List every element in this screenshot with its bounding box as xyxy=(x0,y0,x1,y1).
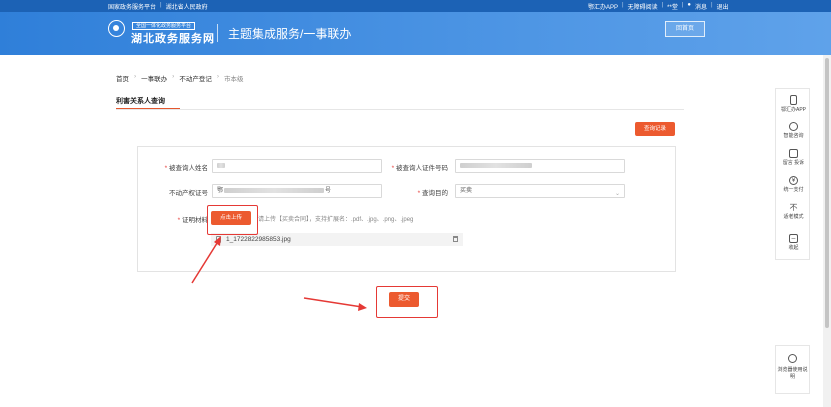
annotation-arrowhead-submit xyxy=(358,303,367,311)
side-tool-complaint[interactable]: 留言 投诉 xyxy=(776,149,811,166)
phone-icon xyxy=(790,95,797,105)
browser-guide-button[interactable]: 浏览器使用说明 xyxy=(775,345,810,394)
elder-mode-icon: 不 xyxy=(789,203,798,212)
collapse-icon: – xyxy=(789,234,798,243)
side-toolbar: 鄂汇办APP 智能咨询 留言 投诉 ¥ 统一支付 不 适老模式 – 收起 xyxy=(775,88,810,260)
annotation-arrows xyxy=(191,236,367,311)
side-tool-payment[interactable]: ¥ 统一支付 xyxy=(776,176,811,193)
annotation-arrowhead-upload xyxy=(214,236,221,246)
side-tool-app[interactable]: 鄂汇办APP xyxy=(776,95,811,113)
browser-guide-label: 浏览器使用说明 xyxy=(777,367,808,380)
message-icon xyxy=(789,149,798,158)
annotation-arrow-submit xyxy=(303,297,363,308)
annotation-arrow-upload xyxy=(191,239,220,284)
side-tool-elder-mode[interactable]: 不 适老模式 xyxy=(776,203,811,220)
scrollbar-thumb[interactable] xyxy=(825,58,829,328)
yuan-icon: ¥ xyxy=(789,176,798,185)
browser-icon xyxy=(788,354,797,363)
headset-icon xyxy=(789,122,798,131)
side-tool-collapse[interactable]: – 收起 xyxy=(776,234,811,251)
side-tool-consult[interactable]: 智能咨询 xyxy=(776,122,811,139)
